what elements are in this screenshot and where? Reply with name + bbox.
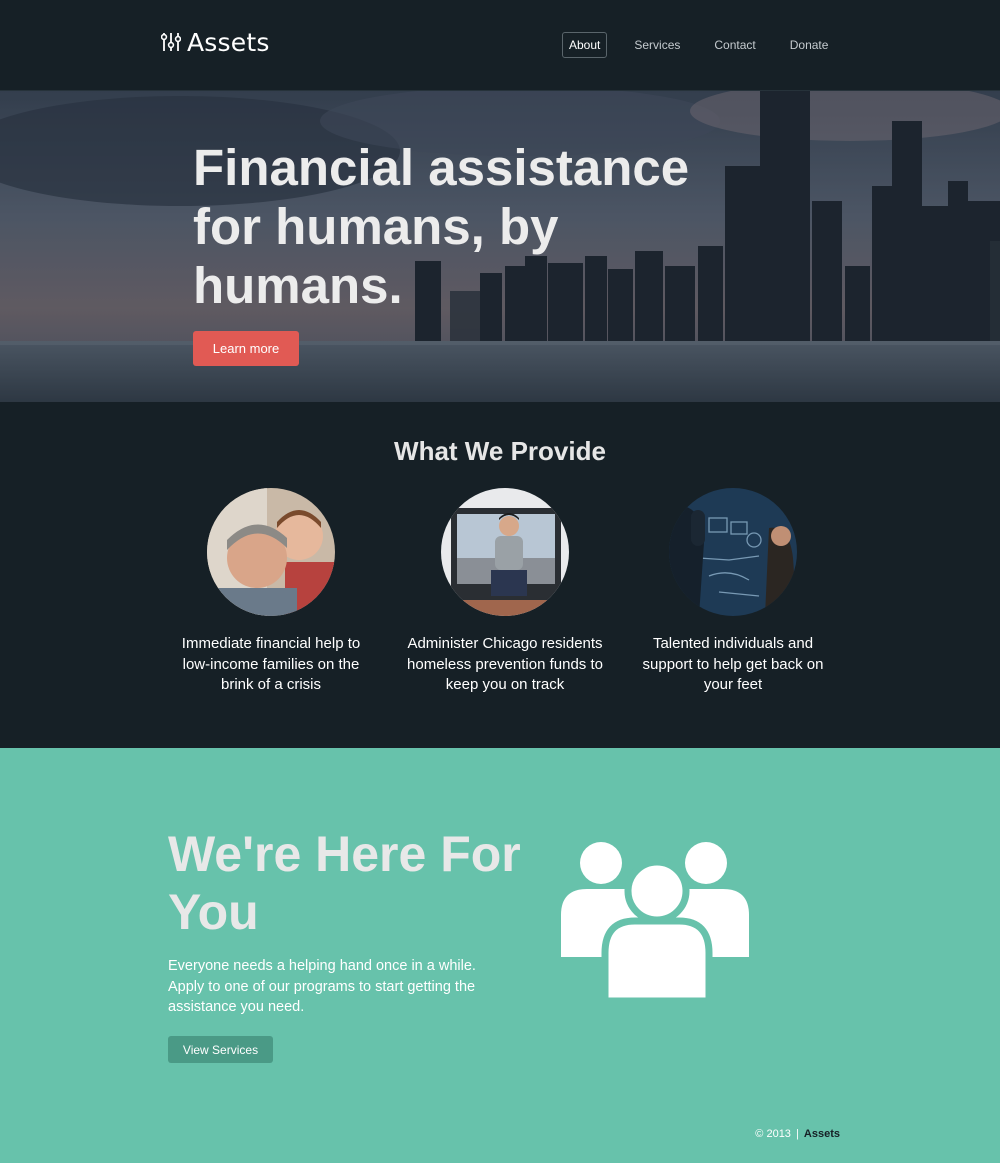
nav-link-contact[interactable]: Contact	[707, 32, 762, 58]
footer: © 2013 | Assets	[755, 1128, 840, 1140]
nav-link-about[interactable]: About	[562, 32, 608, 58]
here-for-you-section: We're Here For You Everyone needs a help…	[0, 748, 1000, 1163]
people-group-icon	[561, 842, 749, 1001]
family-photo	[207, 488, 335, 616]
feature-text: Talented individuals and support to help…	[642, 635, 824, 693]
top-navbar: Assets About Services Contact Donate	[0, 0, 1000, 91]
feature-card-financial-help: Immediate financial help to low-income f…	[171, 488, 371, 696]
brand-name: Assets	[187, 27, 270, 57]
chalkboard-photo	[669, 488, 797, 616]
hero-title: Financial assistance for humans, by huma…	[193, 139, 690, 314]
footer-separator: |	[796, 1128, 799, 1140]
brand-logo[interactable]: Assets	[161, 27, 270, 57]
resident-photo	[441, 488, 569, 616]
feature-card-talented-support: Talented individuals and support to help…	[633, 488, 833, 696]
learn-more-button[interactable]: Learn more	[193, 331, 299, 366]
footer-brand-link[interactable]: Assets	[804, 1128, 840, 1140]
feature-card-homeless-prevention: Administer Chicago residents homeless pr…	[405, 488, 605, 696]
view-services-button[interactable]: View Services	[168, 1036, 273, 1063]
nav-link-donate[interactable]: Donate	[783, 32, 836, 58]
here-description: Everyone needs a helping hand once in a …	[168, 958, 476, 1015]
hero-section: Financial assistance for humans, by huma…	[0, 91, 1000, 402]
footer-copyright: © 2013	[755, 1128, 791, 1140]
nav-link-services[interactable]: Services	[627, 32, 687, 58]
sliders-icon	[161, 33, 181, 51]
provide-section: What We Provide Immediate financial help…	[0, 402, 1000, 748]
feature-text: Administer Chicago residents homeless pr…	[407, 635, 603, 693]
here-title: We're Here For You	[168, 826, 521, 940]
provide-title: What We Provide	[394, 436, 606, 466]
feature-text: Immediate financial help to low-income f…	[181, 635, 361, 693]
nav-menu: About Services Contact Donate	[562, 32, 855, 58]
